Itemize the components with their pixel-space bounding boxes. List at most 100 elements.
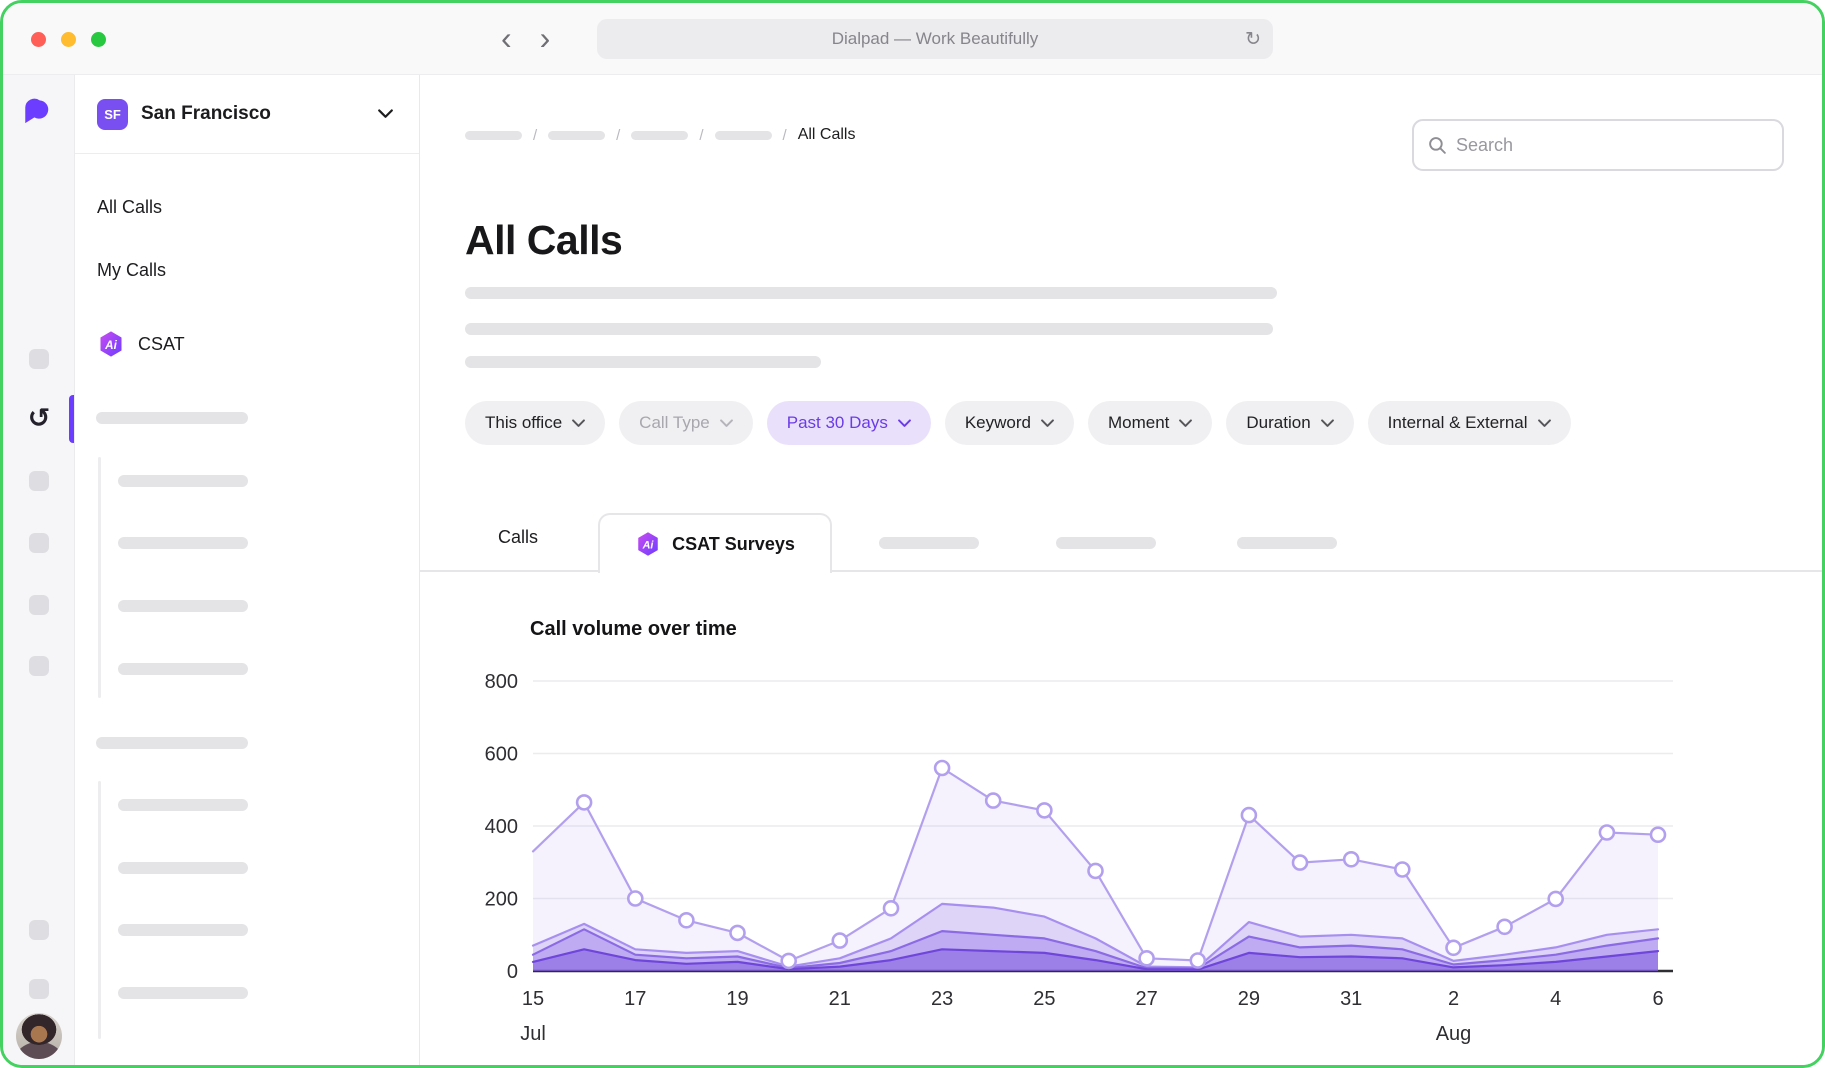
- filter-label: This office: [485, 413, 562, 433]
- back-icon[interactable]: ‹: [501, 15, 512, 61]
- tab-calls[interactable]: Calls: [498, 527, 538, 548]
- search-input[interactable]: [1456, 135, 1768, 156]
- history-icon[interactable]: ↺: [21, 400, 57, 436]
- sidebar-item-csat[interactable]: Ai CSAT: [75, 322, 419, 366]
- tree-guide-line: [98, 457, 101, 698]
- svg-text:800: 800: [485, 671, 518, 693]
- forward-icon[interactable]: ›: [540, 15, 551, 61]
- svg-text:23: 23: [931, 988, 953, 1010]
- filter-label: Past 30 Days: [787, 413, 888, 433]
- svg-text:27: 27: [1135, 988, 1157, 1010]
- browser-titlebar: ‹ › Dialpad — Work Beautifully ↻: [3, 3, 1822, 75]
- filter-bar: This office Call Type Past 30 Days Keywo…: [465, 401, 1571, 445]
- svg-text:600: 600: [485, 744, 518, 766]
- tab-label: CSAT Surveys: [672, 534, 795, 555]
- svg-text:31: 31: [1340, 988, 1362, 1010]
- filter-label: Keyword: [965, 413, 1031, 433]
- csat-ai-icon: Ai: [97, 330, 125, 358]
- chevron-down-icon: [898, 419, 911, 428]
- address-bar[interactable]: Dialpad — Work Beautifully ↻: [597, 19, 1273, 59]
- sidebar-item-all-calls[interactable]: All Calls: [75, 185, 419, 229]
- office-name: San Francisco: [141, 103, 365, 125]
- svg-text:25: 25: [1033, 988, 1055, 1010]
- app-icon-rail: ↺: [3, 75, 75, 1068]
- chevron-down-icon: [720, 419, 733, 428]
- filter-label: Moment: [1108, 413, 1169, 433]
- svg-text:21: 21: [829, 988, 851, 1010]
- breadcrumb-current: All Calls: [798, 126, 856, 144]
- svg-text:4: 4: [1550, 988, 1561, 1010]
- skeleton-bar: [465, 323, 1273, 335]
- rail-active-indicator: [69, 395, 74, 443]
- reload-icon[interactable]: ↻: [1245, 19, 1261, 59]
- filter-keyword[interactable]: Keyword: [945, 401, 1074, 445]
- skeleton-bar: [118, 987, 248, 999]
- sidebar-item-my-calls[interactable]: My Calls: [75, 248, 419, 292]
- skeleton-bar: [118, 924, 248, 936]
- rail-item-placeholder: [29, 533, 49, 553]
- chevron-down-icon: [1538, 419, 1551, 428]
- skeleton-bar: [118, 862, 248, 874]
- filter-duration[interactable]: Duration: [1226, 401, 1353, 445]
- svg-text:29: 29: [1238, 988, 1260, 1010]
- search-icon: [1428, 136, 1447, 155]
- breadcrumb-placeholder: [631, 131, 688, 140]
- chevron-down-icon: [572, 419, 585, 428]
- filter-internal-external[interactable]: Internal & External: [1368, 401, 1571, 445]
- skeleton-bar: [118, 537, 248, 549]
- svg-text:6: 6: [1652, 988, 1663, 1010]
- breadcrumb: / / / / All Calls: [465, 125, 855, 145]
- call-volume-chart: 0200400600800151719212325272931246JulAug: [420, 615, 1825, 1059]
- filter-this-office[interactable]: This office: [465, 401, 605, 445]
- rail-item-placeholder: [29, 349, 49, 369]
- sidebar-item-label: CSAT: [138, 334, 185, 355]
- skeleton-bar: [118, 663, 248, 675]
- skeleton-bar: [118, 600, 248, 612]
- svg-text:Aug: Aug: [1436, 1023, 1472, 1045]
- chevron-down-icon: [378, 109, 393, 119]
- svg-text:400: 400: [485, 816, 518, 838]
- svg-text:15: 15: [522, 988, 544, 1010]
- breadcrumb-separator: /: [533, 127, 537, 144]
- svg-text:19: 19: [726, 988, 748, 1010]
- svg-text:2: 2: [1448, 988, 1459, 1010]
- tab-csat-surveys[interactable]: Ai CSAT Surveys: [598, 513, 832, 573]
- user-avatar[interactable]: [16, 1013, 62, 1059]
- chart-title: Call volume over time: [530, 618, 737, 641]
- office-selector[interactable]: SF San Francisco: [75, 75, 419, 154]
- skeleton-bar: [118, 475, 248, 487]
- filter-label: Internal & External: [1388, 413, 1528, 433]
- rail-item-placeholder: [29, 595, 49, 615]
- sidebar: SF San Francisco All Calls My Calls Ai C…: [75, 75, 420, 1068]
- filter-date-range[interactable]: Past 30 Days: [767, 401, 931, 445]
- svg-text:0: 0: [507, 961, 518, 983]
- main-content: / / / / All Calls All Calls: [420, 75, 1822, 1068]
- minimize-window-button[interactable]: [61, 32, 76, 47]
- svg-text:17: 17: [624, 988, 646, 1010]
- sidebar-item-label: My Calls: [97, 260, 166, 281]
- dialpad-logo-icon[interactable]: [22, 95, 56, 125]
- breadcrumb-separator: /: [616, 127, 620, 144]
- breadcrumb-separator: /: [783, 127, 787, 144]
- breadcrumb-separator: /: [699, 127, 703, 144]
- search-box: [1412, 119, 1784, 171]
- chevron-down-icon: [1321, 419, 1334, 428]
- skeleton-bar: [96, 412, 248, 424]
- tab-placeholder: [1056, 537, 1156, 549]
- csat-ai-icon: Ai: [635, 531, 661, 557]
- svg-text:Ai: Ai: [104, 339, 117, 352]
- svg-text:Jul: Jul: [520, 1023, 546, 1045]
- breadcrumb-placeholder: [715, 131, 772, 140]
- chevron-down-icon: [1179, 419, 1192, 428]
- skeleton-bar: [465, 356, 821, 368]
- filter-label: Duration: [1246, 413, 1310, 433]
- page-title: All Calls: [465, 217, 622, 264]
- breadcrumb-placeholder: [548, 131, 605, 140]
- close-window-button[interactable]: [31, 32, 46, 47]
- filter-moment[interactable]: Moment: [1088, 401, 1212, 445]
- rail-item-placeholder: [29, 920, 49, 940]
- filter-call-type[interactable]: Call Type: [619, 401, 753, 445]
- skeleton-bar: [96, 737, 248, 749]
- zoom-window-button[interactable]: [91, 32, 106, 47]
- chevron-down-icon: [1041, 419, 1054, 428]
